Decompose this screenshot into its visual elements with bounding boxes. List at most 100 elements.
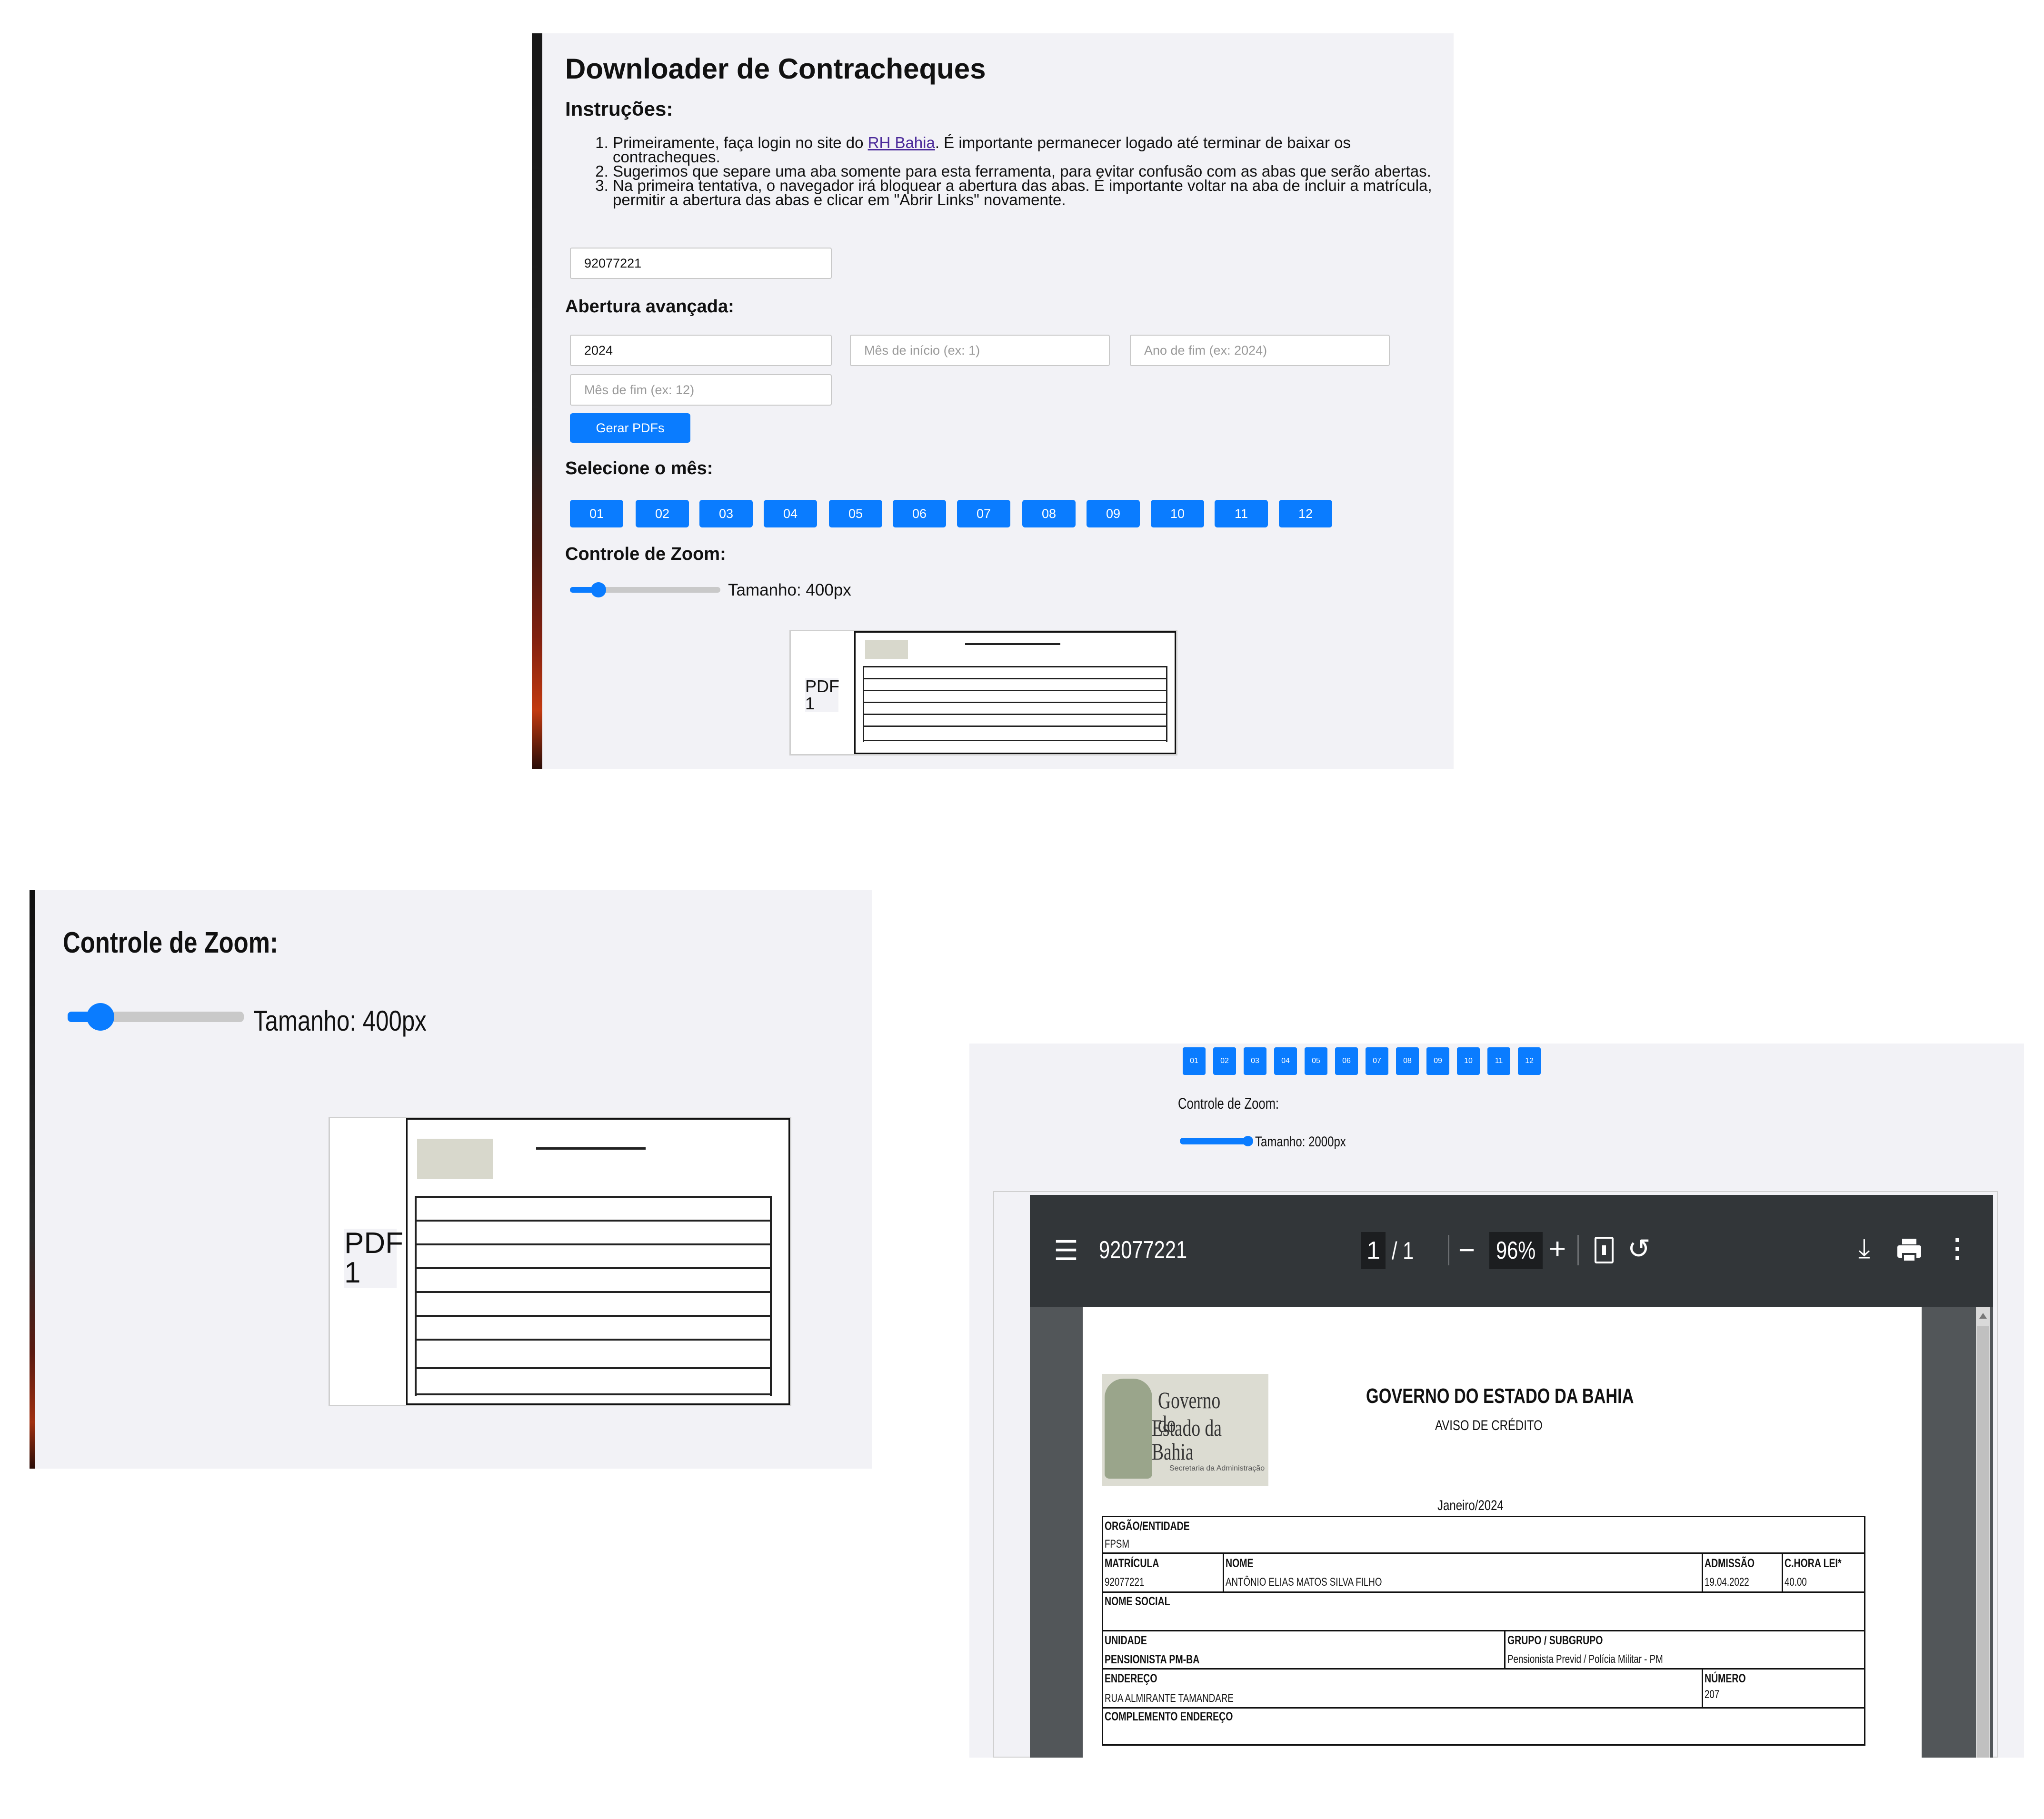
- month-button-06[interactable]: 06: [893, 500, 946, 527]
- zoom-heading: Controle de Zoom:: [565, 544, 726, 564]
- zoom-heading: Controle de Zoom:: [1178, 1095, 1279, 1112]
- zoom-slider-thumb[interactable]: [1243, 1136, 1253, 1146]
- instructions-heading: Instruções:: [565, 98, 673, 120]
- month-button-04[interactable]: 04: [764, 500, 817, 527]
- chora-label: C.HORA LEI*: [1785, 1557, 1842, 1570]
- numero-label: NÚMERO: [1705, 1672, 1746, 1685]
- menu-icon[interactable]: ☰: [1054, 1237, 1078, 1265]
- month-button-08[interactable]: 08: [1396, 1047, 1419, 1075]
- orgao-label: ORGÃO/ENTIDADE: [1105, 1520, 1190, 1533]
- month-button-07[interactable]: 07: [957, 500, 1010, 527]
- month-button-01[interactable]: 01: [570, 500, 623, 527]
- ano-inicio-input[interactable]: 2024: [570, 335, 832, 366]
- chora-value: 40.00: [1785, 1576, 1807, 1589]
- numero-value: 207: [1705, 1688, 1720, 1701]
- logo-icon: [865, 640, 908, 659]
- page-number-input[interactable]: 1: [1361, 1232, 1386, 1269]
- viewer-scrollbar[interactable]: [1976, 1307, 1990, 1758]
- pdf-thumbnail-label: PDF 1: [344, 1227, 403, 1289]
- mes-inicio-input[interactable]: Mês de início (ex: 1): [850, 335, 1110, 366]
- month-button-06[interactable]: 06: [1335, 1047, 1358, 1075]
- pdf-thumbnail-label: PDF 1: [805, 676, 839, 713]
- matricula-label: MATRÍCULA: [1105, 1557, 1159, 1570]
- unidade-value: PENSIONISTA PM-BA: [1105, 1653, 1200, 1666]
- zoom-detail-panel: Controle de Zoom: Tamanho: 400px PDF 1: [30, 890, 872, 1469]
- zoom-slider-fill: [1180, 1138, 1249, 1144]
- month-button-07[interactable]: 07: [1366, 1047, 1388, 1075]
- zoom-slider-thumb[interactable]: [87, 1003, 114, 1031]
- scrollbar-thumb[interactable]: [1977, 1326, 1989, 1758]
- print-icon[interactable]: [1897, 1239, 1921, 1262]
- orgao-value: FPSM: [1105, 1538, 1130, 1551]
- matricula-value: 92077221: [1105, 1576, 1145, 1589]
- month-button-10[interactable]: 10: [1151, 500, 1204, 527]
- mes-fim-input[interactable]: Mês de fim (ex: 12): [570, 374, 832, 406]
- downloader-panel: Downloader de Contracheques Instruções: …: [532, 33, 1454, 769]
- instruction-step-3: Na primeira tentativa, o navegador irá b…: [613, 178, 1441, 208]
- zoom-size-label: Tamanho: 400px: [253, 1005, 427, 1037]
- pdf-thumbnail-preview: [854, 631, 1176, 754]
- pdf-thumbnail[interactable]: PDF 1: [329, 1117, 791, 1406]
- complemento-label: COMPLEMENTO ENDEREÇO: [1105, 1710, 1233, 1723]
- pdf-title: 92077221: [1099, 1236, 1187, 1264]
- month-button-05[interactable]: 05: [829, 500, 882, 527]
- more-icon[interactable]: ⋮: [1944, 1235, 1971, 1262]
- download-icon[interactable]: ⤓: [1858, 1235, 1870, 1262]
- month-button-09[interactable]: 09: [1426, 1047, 1449, 1075]
- grupo-value: Pensionista Previd / Polícia Militar - P…: [1507, 1653, 1663, 1666]
- endereco-label: ENDEREÇO: [1105, 1672, 1157, 1685]
- zoom-out-icon[interactable]: −: [1458, 1236, 1475, 1264]
- month-button-03[interactable]: 03: [1244, 1047, 1266, 1075]
- logo-icon: [417, 1139, 493, 1179]
- month-button-11[interactable]: 11: [1487, 1047, 1510, 1075]
- nome-value: ANTÔNIO ELIAS MATOS SILVA FILHO: [1226, 1576, 1382, 1589]
- admissao-label: ADMISSÃO: [1705, 1557, 1755, 1570]
- doc-header: GOVERNO DO ESTADO DA BAHIA: [1366, 1384, 1634, 1408]
- month-button-02[interactable]: 02: [636, 500, 689, 527]
- endereco-value: RUA ALMIRANTE TAMANDARE: [1105, 1692, 1234, 1705]
- panel-left-edge: [532, 33, 542, 769]
- pdf-page: Governo do Estado da Bahia Secretaria da…: [1083, 1307, 1922, 1758]
- panel-left-edge: [30, 890, 35, 1469]
- doc-subheader: AVISO DE CRÉDITO: [1435, 1418, 1543, 1433]
- grupo-label: GRUPO / SUBGRUPO: [1507, 1634, 1603, 1647]
- zoom-heading: Controle de Zoom:: [63, 926, 278, 959]
- matricula-input[interactable]: 92077221: [570, 248, 832, 279]
- coat-of-arms-icon: [1105, 1379, 1152, 1479]
- month-button-12[interactable]: 12: [1279, 500, 1332, 527]
- zoom-in-icon[interactable]: +: [1549, 1234, 1566, 1264]
- month-button-11[interactable]: 11: [1215, 500, 1268, 527]
- advanced-heading: Abertura avançada:: [565, 297, 734, 317]
- admissao-value: 19.04.2022: [1705, 1576, 1749, 1589]
- page-total: / 1: [1392, 1237, 1414, 1265]
- month-button-09[interactable]: 09: [1087, 500, 1140, 527]
- toolbar-divider: [1448, 1235, 1449, 1265]
- month-button-04[interactable]: 04: [1274, 1047, 1297, 1075]
- fit-page-icon[interactable]: [1595, 1237, 1614, 1263]
- governo-bahia-logo: Governo do Estado da Bahia Secretaria da…: [1102, 1374, 1268, 1486]
- month-button-05[interactable]: 05: [1305, 1047, 1327, 1075]
- zoom-slider-thumb[interactable]: [591, 582, 606, 597]
- page-title: Downloader de Contracheques: [565, 53, 986, 85]
- pdf-thumbnail[interactable]: PDF 1: [789, 630, 1177, 755]
- month-button-03[interactable]: 03: [699, 500, 753, 527]
- rh-bahia-link[interactable]: RH Bahia: [868, 134, 935, 151]
- instructions-list: Primeiramente, faça login no site do RH …: [613, 134, 1441, 208]
- month-button-12[interactable]: 12: [1518, 1047, 1541, 1075]
- month-button-01[interactable]: 01: [1183, 1047, 1206, 1075]
- zoom-size-label: Tamanho: 400px: [728, 581, 851, 599]
- doc-period: Janeiro/2024: [1437, 1498, 1504, 1513]
- zoom-size-label: Tamanho: 2000px: [1255, 1134, 1346, 1150]
- ano-fim-input[interactable]: Ano de fim (ex: 2024): [1130, 335, 1390, 366]
- zoom-percent-input[interactable]: 96%: [1489, 1232, 1543, 1269]
- nome-label: NOME: [1226, 1557, 1254, 1570]
- pdf-viewer-toolbar: ☰ 92077221 1 / 1 − 96% + ↺ ⤓ ⋮: [1030, 1195, 1993, 1307]
- toolbar-divider: [1577, 1235, 1579, 1265]
- instruction-step-1: Primeiramente, faça login no site do RH …: [613, 134, 1441, 165]
- scroll-up-icon[interactable]: [1979, 1313, 1987, 1319]
- month-button-10[interactable]: 10: [1457, 1047, 1480, 1075]
- month-button-02[interactable]: 02: [1213, 1047, 1236, 1075]
- gerar-pdfs-button[interactable]: Gerar PDFs: [570, 413, 690, 443]
- rotate-icon[interactable]: ↺: [1627, 1235, 1651, 1263]
- month-button-08[interactable]: 08: [1022, 500, 1076, 527]
